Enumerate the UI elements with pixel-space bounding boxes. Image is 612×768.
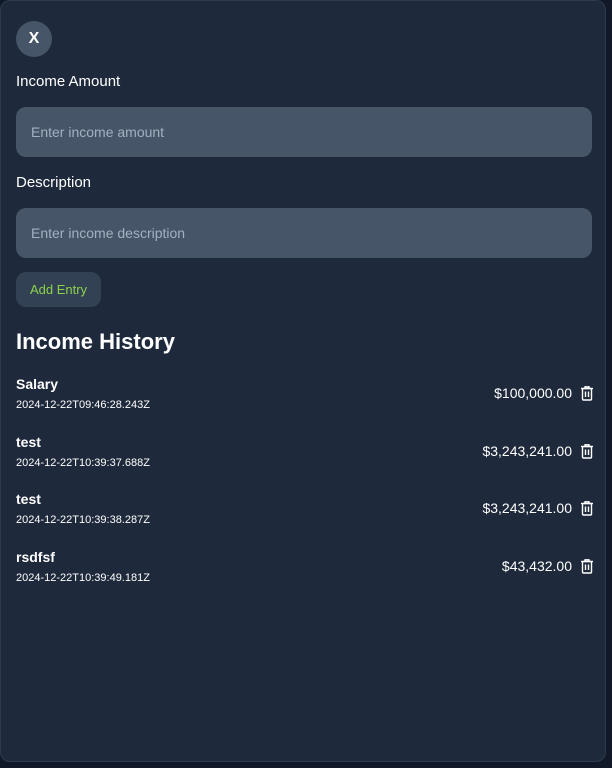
entry-description: Salary bbox=[16, 376, 59, 392]
entry-description: test bbox=[16, 433, 41, 450]
entry-amount: $3,243,241.00 bbox=[482, 500, 572, 516]
entry-description: rsdfsf bbox=[16, 548, 55, 565]
income-amount-input[interactable] bbox=[16, 107, 592, 157]
close-button[interactable]: X bbox=[16, 21, 52, 57]
list-item: test 2024-12-22T10:39:38.287Z $3,243,241… bbox=[16, 489, 594, 547]
entry-amount: $100,000.00 bbox=[494, 385, 572, 401]
entry-description: test bbox=[16, 491, 41, 507]
entry-amount: $3,243,241.00 bbox=[482, 442, 572, 459]
list-item: rsdfsf 2024-12-22T10:39:49.181Z $43,432.… bbox=[16, 547, 594, 605]
entry-amount: $43,432.00 bbox=[501, 557, 572, 574]
income-amount-label: Income Amount bbox=[16, 73, 121, 90]
trash-icon[interactable] bbox=[580, 558, 594, 574]
trash-icon[interactable] bbox=[580, 500, 594, 516]
description-input[interactable] bbox=[16, 208, 592, 258]
list-item: test 2024-12-22T10:39:37.688Z $3,243,241… bbox=[16, 432, 594, 490]
list-item: Salary 2024-12-22T09:46:28.243Z $100,000… bbox=[16, 374, 594, 432]
trash-icon[interactable] bbox=[580, 385, 594, 401]
income-history-title: Income History bbox=[16, 329, 175, 354]
income-history-list: Salary 2024-12-22T09:46:28.243Z $100,000… bbox=[16, 374, 594, 604]
entry-date: 2024-12-22T10:39:37.688Z bbox=[16, 456, 150, 469]
entry-date: 2024-12-22T09:46:28.243Z bbox=[16, 399, 150, 411]
entry-date: 2024-12-22T10:39:49.181Z bbox=[16, 571, 150, 584]
add-entry-button[interactable]: Add Entry bbox=[16, 272, 101, 307]
income-panel: X Income Amount Description Add Entry In… bbox=[0, 0, 606, 762]
trash-icon[interactable] bbox=[580, 443, 594, 459]
description-label: Description bbox=[16, 174, 92, 191]
entry-date: 2024-12-22T10:39:38.287Z bbox=[16, 514, 150, 526]
